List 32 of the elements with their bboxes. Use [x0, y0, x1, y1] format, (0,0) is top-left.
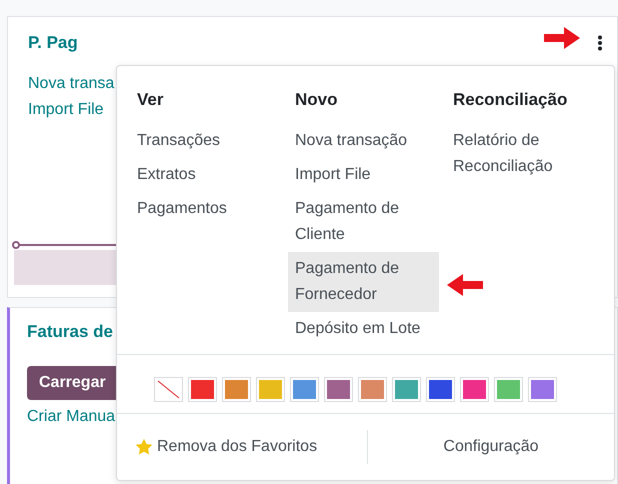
menu-heading: Reconciliação	[452, 90, 568, 110]
card-link[interactable]: Criar Manua	[27, 404, 116, 430]
menu-item[interactable]: Import File	[288, 158, 439, 192]
card-title: P. Pag	[28, 33, 78, 53]
menu-item[interactable]: Pagamento de Cliente	[288, 192, 439, 252]
color-swatch[interactable]	[223, 378, 250, 401]
favorite-link[interactable]: Remova dos Favoritos	[117, 438, 367, 456]
no-color-swatch[interactable]	[155, 378, 182, 401]
menu-item[interactable]: Pagamentos	[130, 192, 281, 226]
menu-heading: Ver	[136, 90, 164, 110]
kebab-menu-icon[interactable]	[597, 35, 603, 51]
color-swatch[interactable]	[257, 378, 284, 401]
arrow-icon	[447, 274, 483, 296]
color-swatch[interactable]	[359, 378, 386, 401]
card-title: Faturas de	[27, 322, 113, 342]
menu-item[interactable]: Depósito em Lote	[288, 312, 439, 346]
color-swatch[interactable]	[393, 378, 420, 401]
menu-item[interactable]: Extratos	[130, 158, 281, 192]
color-swatch[interactable]	[325, 378, 352, 401]
settings-link[interactable]: Configuração	[368, 438, 614, 456]
color-swatch[interactable]	[427, 378, 454, 401]
color-swatch[interactable]	[461, 378, 488, 401]
menu-heading: Novo	[294, 90, 338, 110]
arrow-icon	[544, 27, 580, 49]
menu-item[interactable]: Transações	[130, 124, 281, 158]
color-swatch[interactable]	[529, 378, 556, 401]
menu-item[interactable]: Pagamento de Fornecedor	[288, 252, 439, 312]
menu-item[interactable]: Relatório de Reconciliação	[446, 124, 597, 184]
color-swatch[interactable]	[495, 378, 522, 401]
color-swatch[interactable]	[291, 378, 318, 401]
color-swatch[interactable]	[189, 378, 216, 401]
menu-item[interactable]: Nova transação	[288, 124, 439, 158]
